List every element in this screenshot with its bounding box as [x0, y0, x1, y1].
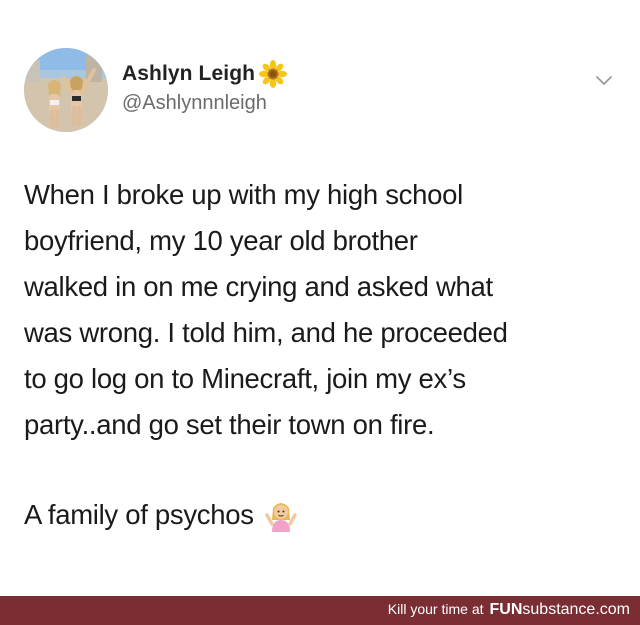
display-name[interactable]: Ashlyn Leigh — [122, 62, 255, 86]
avatar[interactable] — [24, 48, 108, 132]
user-handle[interactable]: @Ashlynnnleigh — [122, 92, 267, 115]
closing-line: A family of psychos — [24, 498, 298, 532]
avatar-photo — [24, 48, 108, 132]
closing-text: A family of psychos — [24, 499, 254, 530]
brand-rest: substance.com — [522, 601, 630, 618]
shrug-icon — [264, 498, 298, 532]
watermark-footer: Kill your time at FUN substance.com — [0, 596, 640, 625]
footer-text: Kill your time at FUN substance.com — [388, 601, 630, 619]
brand-logo[interactable]: FUN substance.com — [490, 601, 631, 619]
footer-prefix: Kill your time at — [387, 601, 484, 617]
sunflower-icon — [259, 60, 288, 88]
tweet-text: When I broke up with my high school boyf… — [24, 179, 508, 440]
chevron-down-icon[interactable] — [594, 70, 614, 90]
tweet-card: Ashlyn Leigh @Ashlynnnleigh When I broke… — [0, 0, 640, 596]
brand-bold: FUN — [489, 601, 523, 618]
name-row: Ashlyn Leigh — [122, 60, 288, 88]
